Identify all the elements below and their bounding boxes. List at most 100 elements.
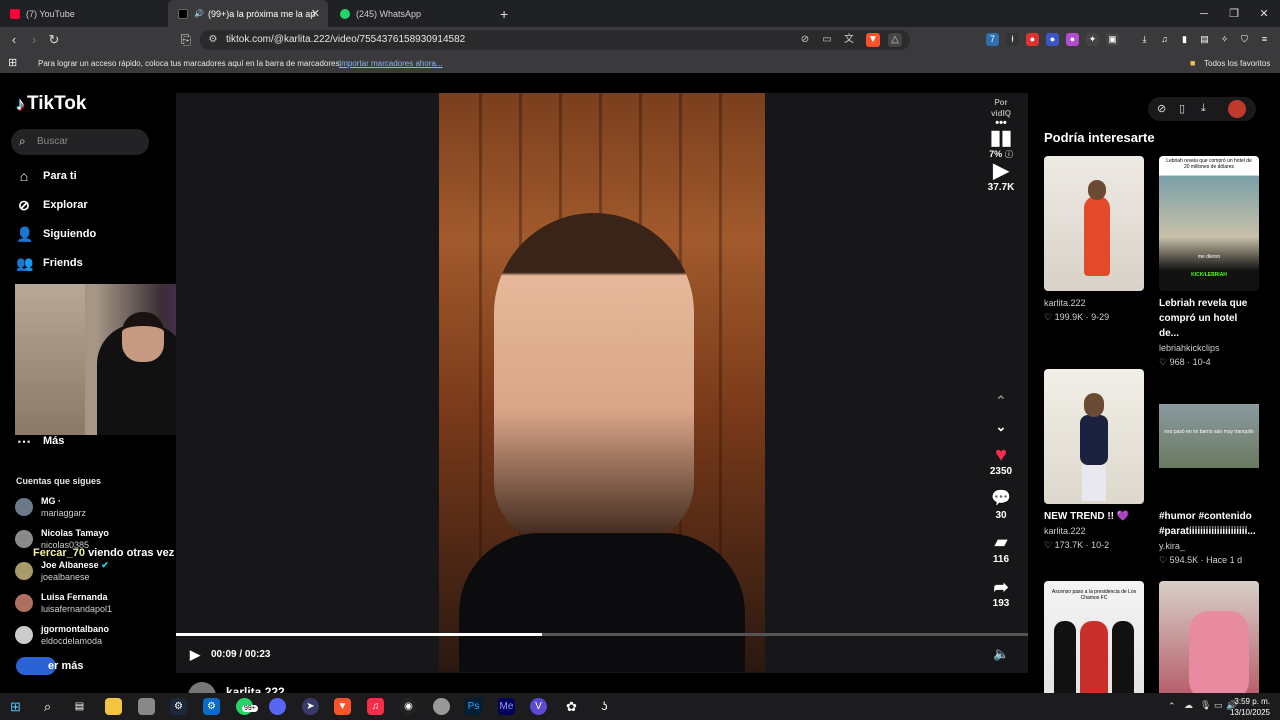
nav-friends[interactable]: 👥 Friends bbox=[16, 255, 83, 271]
download-icon[interactable]: ⤓ bbox=[1201, 102, 1206, 115]
previous-video-button[interactable]: ⌃ bbox=[986, 390, 1016, 412]
tab-tiktok[interactable]: 🔊 (99+)a la próxima me la apre ✕ bbox=[168, 0, 328, 27]
like-button[interactable]: ♥ 2350 bbox=[986, 444, 1016, 477]
photoshop-icon[interactable]: Ps bbox=[465, 698, 482, 715]
volume-icon[interactable]: 🔈 bbox=[993, 646, 1009, 662]
app-icon[interactable]: ➤ bbox=[302, 698, 319, 715]
tab-whatsapp[interactable]: (245) WhatsApp bbox=[330, 0, 490, 27]
wallet-icon[interactable]: ▤ bbox=[1198, 33, 1211, 46]
download-icon[interactable]: ⤓ bbox=[1138, 33, 1151, 46]
translate-icon[interactable]: 文 bbox=[842, 33, 856, 47]
extension-6-icon[interactable]: ▣ bbox=[1106, 33, 1119, 46]
more-dots-icon[interactable]: ••• bbox=[986, 118, 1016, 129]
url-text[interactable]: tiktok.com/@karlita.222/video/7554376158… bbox=[226, 34, 465, 45]
share-button[interactable]: ➦ 193 bbox=[986, 576, 1016, 609]
extension-1-icon[interactable]: 7 bbox=[986, 33, 999, 46]
app-icon[interactable] bbox=[433, 698, 450, 715]
cast-off-icon[interactable]: ⊘ bbox=[798, 33, 812, 47]
all-favorites-button[interactable]: Todos los favoritos bbox=[1204, 59, 1270, 68]
comment-button[interactable]: 💬 30 bbox=[986, 488, 1016, 521]
back-button[interactable]: ‹ bbox=[6, 32, 22, 48]
followed-account[interactable]: Luisa Fernanda luisafernandapol1 bbox=[15, 591, 112, 615]
vidiq-widget[interactable]: Por vidIQ ••• ▮▮ 7% ⓘ bbox=[986, 97, 1016, 160]
recommended-card[interactable]: karlita.222 ♡ 199.9K · 9-29 bbox=[1044, 156, 1144, 324]
search-icon[interactable]: ⌕ bbox=[39, 698, 56, 715]
search-input[interactable]: ⌕ Buscar bbox=[11, 129, 149, 155]
task-view-icon[interactable]: ▤ bbox=[71, 698, 88, 715]
nav-explorar[interactable]: ⊘ Explorar bbox=[16, 197, 88, 213]
tiktok-logo[interactable]: ♪ TikTok bbox=[16, 93, 86, 115]
video-thumbnail[interactable]: Ascenso paso a la presidencia de Los Cha… bbox=[1044, 581, 1144, 693]
extension-5-icon[interactable]: ● bbox=[1066, 33, 1079, 46]
windows-start-icon[interactable]: ⊞ bbox=[7, 698, 24, 715]
video-thumbnail[interactable]: eso pasó en mi barrio aún muy tranquilo bbox=[1159, 369, 1259, 504]
nav-mas[interactable]: ⋯ Más bbox=[16, 433, 64, 449]
close-tab-icon[interactable]: ✕ bbox=[311, 7, 320, 20]
leo-icon[interactable]: ✧ bbox=[1218, 33, 1231, 46]
recommended-card[interactable]: Ascenso paso a la presidencia de Los Cha… bbox=[1044, 581, 1144, 693]
music-icon[interactable]: ♫ bbox=[367, 698, 384, 715]
brave-shields-icon[interactable]: ▼ bbox=[866, 33, 880, 47]
followed-account[interactable]: MG · mariaggarz bbox=[15, 495, 86, 519]
obs-icon[interactable]: ◉ bbox=[400, 698, 417, 715]
new-tab-button[interactable]: + bbox=[496, 0, 516, 27]
tray-chevron-icon[interactable]: ⌃ bbox=[1168, 701, 1176, 712]
app-icon[interactable]: V bbox=[530, 698, 547, 715]
extension-3-icon[interactable]: ● bbox=[1026, 33, 1039, 46]
extension-4-icon[interactable]: ● bbox=[1046, 33, 1059, 46]
microphone-icon[interactable]: 🎙 bbox=[1200, 700, 1211, 711]
see-more-link[interactable]: er más bbox=[48, 660, 83, 672]
restore-button[interactable]: ❐ bbox=[1218, 0, 1250, 27]
followed-account[interactable]: jgormontalbano eldocdelamoda bbox=[15, 623, 109, 647]
nav-para-ti[interactable]: ⌂ Para ti bbox=[16, 168, 77, 184]
brave-rewards-icon[interactable]: △ bbox=[888, 33, 902, 47]
save-button[interactable]: ▰ 116 bbox=[986, 532, 1016, 565]
system-clock[interactable]: 3:59 p. m. 13/10/2025 bbox=[1230, 696, 1270, 718]
sidebar-toggle-icon[interactable]: ▮ bbox=[1178, 33, 1191, 46]
play-icon[interactable]: ▶ bbox=[190, 647, 200, 663]
recommended-card[interactable] bbox=[1159, 581, 1259, 693]
app-icon[interactable]: ʖ bbox=[596, 698, 613, 715]
media-encoder-icon[interactable]: Me bbox=[498, 698, 515, 715]
import-bookmarks-link[interactable]: Importar marcadores ahora... bbox=[339, 59, 443, 68]
brave-icon[interactable]: ▼ bbox=[334, 698, 351, 715]
close-window-button[interactable]: ✕ bbox=[1248, 0, 1280, 27]
reload-button[interactable]: ↻ bbox=[46, 32, 62, 48]
file-explorer-icon[interactable] bbox=[105, 698, 122, 715]
menu-icon[interactable]: ≡ bbox=[1258, 33, 1271, 46]
extensions-puzzle-icon[interactable]: ✦ bbox=[1086, 33, 1099, 46]
network-icon[interactable]: ▭ bbox=[1214, 700, 1223, 711]
recommended-card[interactable]: NEW TREND !! 💜 karlita.222 ♡ 173.7K · 10… bbox=[1044, 369, 1144, 552]
followed-account[interactable]: Joe Albanese ✔ joealbanese bbox=[15, 559, 109, 583]
omnibox[interactable]: ⚙ tiktok.com/@karlita.222/video/75543761… bbox=[200, 30, 910, 50]
app-icon[interactable] bbox=[138, 698, 155, 715]
tab-youtube[interactable]: (7) YouTube bbox=[0, 0, 168, 27]
video-thumbnail[interactable] bbox=[1044, 369, 1144, 504]
compass-icon[interactable]: ⊘ bbox=[1157, 102, 1166, 115]
vpn-icon[interactable]: ⛉ bbox=[1238, 33, 1251, 46]
discord-icon[interactable] bbox=[269, 698, 286, 715]
site-info-icon[interactable]: ⚙ bbox=[206, 33, 220, 47]
tray-icon[interactable]: ☁ bbox=[1184, 700, 1193, 711]
forward-button[interactable]: › bbox=[26, 32, 42, 48]
video-progress-bar[interactable] bbox=[176, 633, 1028, 636]
screen-icon[interactable]: ▭ bbox=[820, 33, 834, 47]
video-thumbnail[interactable] bbox=[1044, 156, 1144, 291]
profile-avatar[interactable] bbox=[1228, 100, 1246, 118]
video-thumbnail[interactable] bbox=[1159, 581, 1259, 693]
nav-siguiendo[interactable]: 👤 Siguiendo bbox=[16, 226, 96, 242]
video-frame[interactable] bbox=[439, 93, 765, 672]
phone-icon[interactable]: ▯ bbox=[1179, 102, 1185, 115]
steam-icon[interactable]: ⚙ bbox=[170, 698, 187, 715]
extension-2-icon[interactable]: ƚ bbox=[1006, 33, 1019, 46]
chatgpt-icon[interactable]: ✿ bbox=[563, 698, 580, 715]
recommended-card[interactable]: Lebriah revela que compró un hotel de 20… bbox=[1159, 156, 1259, 369]
next-video-button[interactable]: ⌄ bbox=[986, 416, 1016, 438]
apps-grid-icon[interactable]: ⊞ bbox=[8, 56, 17, 69]
recommended-card[interactable]: eso pasó en mi barrio aún muy tranquilo … bbox=[1159, 369, 1259, 567]
bookmark-icon[interactable]: ⎘ bbox=[178, 32, 194, 48]
minimize-button[interactable]: ─ bbox=[1188, 0, 1220, 27]
video-thumbnail[interactable]: Lebriah revela que compró un hotel de 20… bbox=[1159, 156, 1259, 291]
music-icon[interactable]: ♫ bbox=[1158, 33, 1171, 46]
app-icon[interactable]: ⚙ bbox=[203, 698, 220, 715]
